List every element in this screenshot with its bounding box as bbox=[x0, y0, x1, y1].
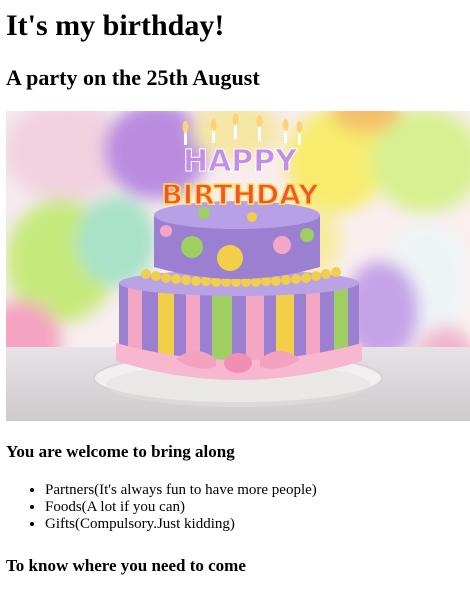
page-title: It's my birthday! bbox=[6, 9, 225, 42]
cake-topper-birthday: BIRTHDAY bbox=[161, 178, 319, 211]
bring-heading: You are welcome to bring along bbox=[6, 442, 235, 461]
cake-top-tier bbox=[154, 201, 320, 279]
page-subtitle: A party on the 25th August bbox=[6, 65, 260, 90]
cake-topper-happy: HAPPY bbox=[183, 144, 298, 179]
list-item: Gifts(Compulsory.Just kidding) bbox=[45, 516, 465, 533]
bring-list: Partners(It's always fun to have more pe… bbox=[6, 482, 465, 533]
location-heading: To know where you need to come bbox=[6, 556, 246, 575]
list-item: Foods(A lot if you can) bbox=[45, 499, 465, 516]
list-item: Partners(It's always fun to have more pe… bbox=[45, 482, 465, 499]
birthday-cake-image: HAPPY BIRTHDAY bbox=[6, 111, 470, 421]
birthday-page: It's my birthday! A party on the 25th Au… bbox=[0, 0, 470, 594]
cake-illustration: HAPPY BIRTHDAY bbox=[6, 111, 470, 421]
cake-bottom-tier bbox=[116, 270, 362, 380]
